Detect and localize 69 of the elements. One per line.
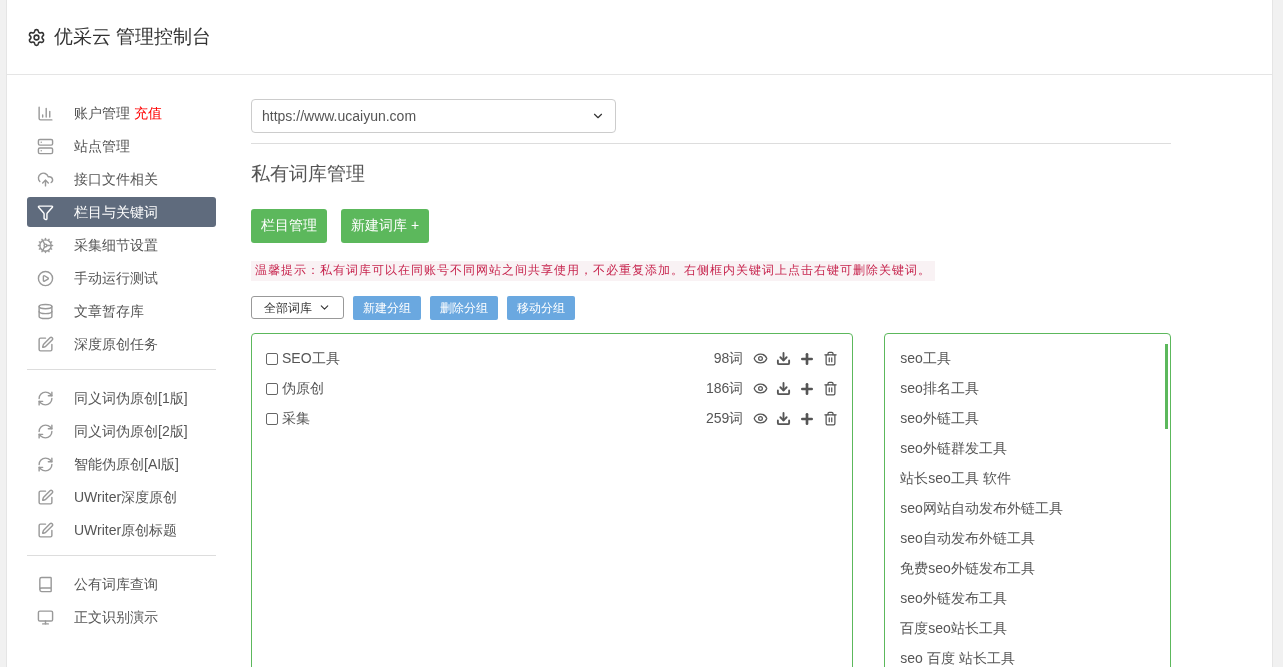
download-icon[interactable] (776, 351, 792, 366)
sidebar-item[interactable]: 文章暂存库 (27, 296, 216, 326)
sidebar-item[interactable]: 公有词库查询 (27, 569, 216, 599)
server-icon (37, 137, 54, 155)
sidebar-item[interactable]: 同义词伪原创[2版] (27, 416, 216, 446)
add-icon[interactable] (799, 410, 816, 427)
download-icon[interactable] (776, 381, 792, 396)
page-heading: 私有词库管理 (251, 162, 365, 186)
add-icon[interactable] (799, 380, 816, 397)
scrollbar-thumb[interactable] (1165, 343, 1168, 429)
edit-icon (37, 335, 54, 353)
view-icon[interactable] (753, 411, 769, 426)
view-icon[interactable] (753, 351, 769, 366)
keyword-item[interactable]: seo外链发布工具 (900, 583, 1007, 614)
sidebar-item[interactable]: 智能伪原创[AI版] (27, 449, 216, 479)
edit-icon (37, 488, 54, 506)
checkbox[interactable] (266, 382, 278, 395)
refresh-icon (37, 422, 54, 440)
delete-icon[interactable] (823, 411, 839, 426)
library-name: 伪原创 (282, 379, 324, 398)
sidebar-item[interactable]: 站点管理 (27, 131, 216, 161)
sidebar-item[interactable]: 正文识别演示 (27, 602, 216, 632)
settings-icon (27, 27, 46, 47)
delete-icon[interactable] (823, 381, 839, 396)
word-count: 186词 (705, 379, 744, 398)
book-icon (37, 575, 54, 593)
add-icon[interactable] (799, 350, 816, 367)
refresh-icon (37, 389, 54, 407)
sidebar-item[interactable]: 账户管理 充值 (27, 98, 216, 128)
cloud-upload-icon (37, 170, 54, 188)
word-count: 259词 (705, 409, 744, 428)
database-icon (37, 302, 54, 320)
monitor-icon (37, 608, 54, 626)
bar-chart-icon (37, 104, 54, 122)
console-title: 优采云 管理控制台 (54, 24, 212, 49)
sidebar-item[interactable]: 栏目与关键词 (27, 197, 216, 227)
keyword-item[interactable]: seo外链工具 (900, 403, 979, 434)
sidebar-item[interactable]: UWriter深度原创 (27, 482, 216, 512)
edit-icon (37, 521, 54, 539)
sidebar-item[interactable]: 接口文件相关 (27, 164, 216, 194)
checkbox[interactable] (266, 352, 278, 365)
hint-text: 温馨提示：私有词库可以在同账号不同网站之间共享使用，不必重复添加。右侧框内关键词上点击右键可删除关键词。 (251, 260, 935, 281)
library-filter-select[interactable]: 全部词库 (251, 296, 344, 319)
keyword-item[interactable]: seo工具 (900, 343, 951, 374)
play-icon (37, 269, 54, 287)
keyword-item[interactable]: seo网站自动发布外链工具 (900, 493, 1063, 524)
keyword-item[interactable]: seo外链群发工具 (900, 433, 1007, 464)
keyword-item[interactable]: seo自动发布外链工具 (900, 523, 1035, 554)
sidebar-item[interactable]: 采集细节设置 (27, 230, 216, 260)
sidebar-item[interactable]: UWriter原创标题 (27, 515, 216, 545)
sidebar-item[interactable]: 深度原创任务 (27, 329, 216, 359)
download-icon[interactable] (776, 411, 792, 426)
sidebar-item[interactable]: 同义词伪原创[1版] (27, 383, 216, 413)
keyword-item[interactable]: seo 百度 站长工具 (900, 643, 1015, 667)
keyword-item[interactable]: 站长seo工具 软件 (900, 463, 1011, 494)
view-icon[interactable] (753, 381, 769, 396)
site-select[interactable]: https://www.ucaiyun.com (251, 99, 616, 133)
library-name: 采集 (282, 409, 310, 428)
library-name: SEO工具 (282, 349, 340, 368)
keyword-item[interactable]: 免费seo外链发布工具 (900, 553, 1035, 584)
keyword-item[interactable]: seo排名工具 (900, 373, 979, 404)
word-count: 98词 (713, 349, 744, 368)
delete-icon[interactable] (823, 351, 839, 366)
keyword-item[interactable]: 百度seo站长工具 (900, 613, 1007, 644)
refresh-icon (37, 455, 54, 473)
filter-icon (37, 203, 54, 221)
checkbox[interactable] (266, 412, 278, 425)
recharge-link[interactable]: 充值 (134, 102, 162, 124)
sidebar-item[interactable]: 手动运行测试 (27, 263, 216, 293)
